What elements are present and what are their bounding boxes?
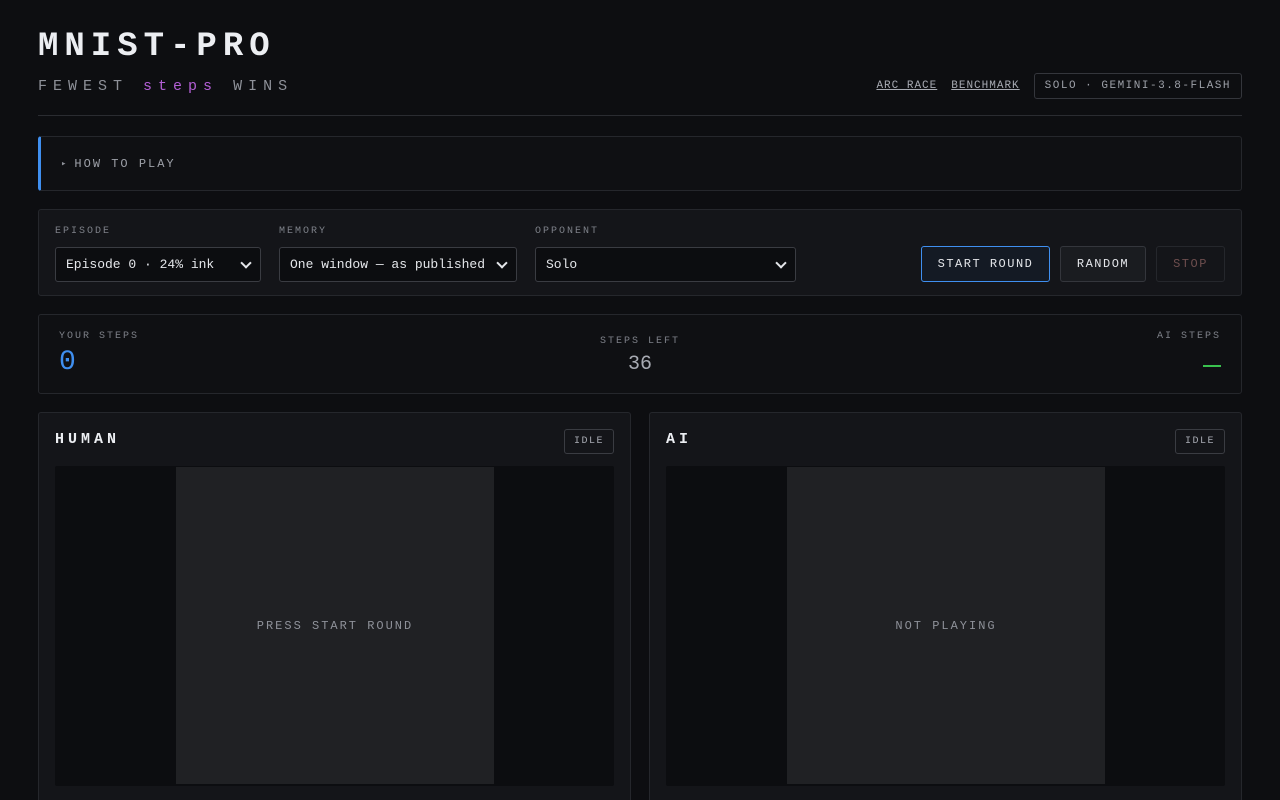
ai-steps-empty-dash [1203, 365, 1221, 367]
page: MNIST-PRO FEWEST steps WINS ARC RACE BEN… [0, 0, 1280, 800]
steps-left-label: STEPS LEFT [599, 336, 680, 347]
chevron-down-icon [496, 256, 508, 269]
subtitle-steps: steps [143, 78, 219, 95]
opponent-select[interactable]: Solo [535, 247, 796, 282]
chevron-down-icon [775, 256, 787, 269]
how-to-play-toggle[interactable]: ▸ HOW TO PLAY [38, 136, 1242, 191]
chevron-down-icon [240, 256, 252, 269]
ai-steps-label: AI STEPS [1156, 331, 1221, 342]
episode-select[interactable]: Episode 0 · 24% ink [55, 247, 261, 282]
arc-race-link[interactable]: ARC RACE [876, 80, 937, 92]
human-board-canvas[interactable]: PRESS START ROUND [176, 467, 494, 784]
mode-badge: SOLO · GEMINI-3.8-FLASH [1033, 73, 1242, 99]
score-strip: YOUR STEPS 0 STEPS LEFT 36 AI STEPS [38, 314, 1242, 394]
human-board-area: PRESS START ROUND [55, 466, 614, 786]
human-board-message: PRESS START ROUND [256, 618, 414, 633]
episode-select-value: Episode 0 · 24% ink [66, 257, 215, 272]
stop-button[interactable]: STOP [1156, 246, 1225, 282]
steps-left-value: 36 [627, 353, 652, 376]
ai-board-message: NOT PLAYING [895, 618, 997, 633]
benchmark-link[interactable]: BENCHMARK [951, 80, 1019, 92]
header: MNIST-PRO FEWEST steps WINS ARC RACE BEN… [38, 0, 1242, 116]
human-panel: HUMAN IDLE PRESS START ROUND [38, 412, 631, 800]
memory-select-value: One window — as published [290, 257, 486, 272]
memory-select[interactable]: One window — as published [279, 247, 517, 282]
ai-status-badge: IDLE [1174, 429, 1225, 454]
header-nav: ARC RACE BENCHMARK SOLO · GEMINI-3.8-FLA… [876, 73, 1242, 99]
expand-arrow-icon: ▸ [61, 158, 67, 169]
ai-panel-title: AI [666, 431, 693, 448]
ai-board-canvas: NOT PLAYING [787, 467, 1105, 784]
opponent-label: OPPONENT [535, 226, 600, 237]
ai-panel: AI IDLE NOT PLAYING [649, 412, 1242, 800]
subtitle-fewest: FEWEST [38, 78, 129, 95]
human-panel-title: HUMAN [55, 431, 121, 448]
opponent-select-value: Solo [546, 257, 578, 272]
how-to-play-label: HOW TO PLAY [74, 156, 176, 171]
ai-board-area: NOT PLAYING [666, 466, 1225, 786]
memory-label: MEMORY [279, 226, 328, 237]
subtitle-wins: WINS [233, 78, 294, 95]
episode-label: EPISODE [55, 226, 112, 237]
human-status-badge: IDLE [563, 429, 614, 454]
start-round-button[interactable]: START ROUND [921, 246, 1050, 282]
controls-bar: EPISODE Episode 0 · 24% ink MEMORY One w… [38, 209, 1242, 296]
app-title: MNIST-PRO [38, 28, 276, 66]
app-subtitle: FEWEST steps WINS [38, 78, 293, 95]
random-button[interactable]: RANDOM [1060, 246, 1146, 282]
